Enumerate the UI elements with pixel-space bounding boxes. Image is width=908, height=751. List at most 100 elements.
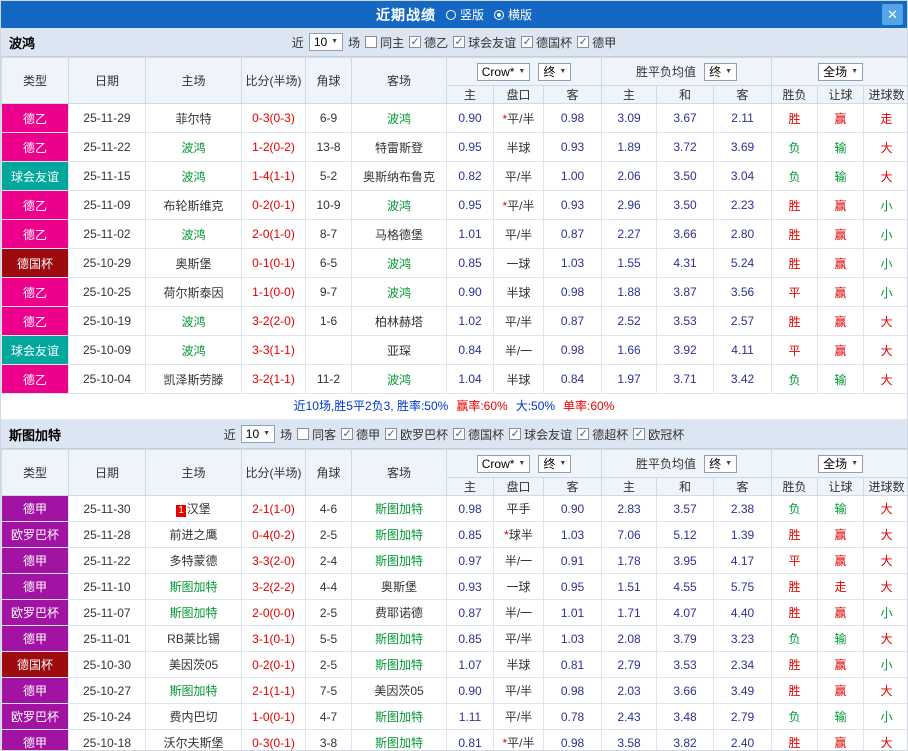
away-team[interactable]: 斯图加特 xyxy=(375,658,423,672)
filter-checkbox[interactable]: ✓ 球会友谊 xyxy=(509,426,572,443)
chevron-down-icon: ▼ xyxy=(559,67,567,75)
avg-final-select[interactable]: 终 ▼ xyxy=(704,62,738,81)
away-team[interactable]: 波鸿 xyxy=(387,373,411,387)
away-team[interactable]: 费耶诺德 xyxy=(375,606,423,620)
away-team[interactable]: 特雷斯登 xyxy=(375,141,423,155)
recent-count-select[interactable]: 10 ▼ xyxy=(240,425,276,443)
result-handicap: 赢 xyxy=(817,599,865,626)
filter-checkbox[interactable]: ✓ 德甲 xyxy=(577,34,616,51)
away-team[interactable]: 斯图加特 xyxy=(375,502,423,516)
avg-draw: 4.55 xyxy=(656,573,715,600)
filter-checkbox[interactable]: 同客 xyxy=(297,426,336,443)
sub-column-header: 主 xyxy=(601,85,658,104)
result-handicap: 赢 xyxy=(817,219,865,249)
table-row: 德乙 25-11-22 波鸿 1-2(0-2) 13-8 特雷斯登 0.95 半球 0.93 1.… xyxy=(1,132,907,162)
away-team[interactable]: 斯图加特 xyxy=(375,632,423,646)
odds-home: 1.11 xyxy=(446,703,494,730)
home-team[interactable]: 波鸿 xyxy=(181,315,205,329)
away-team[interactable]: 波鸿 xyxy=(387,257,411,271)
home-team[interactable]: 波鸿 xyxy=(181,170,205,184)
home-team[interactable]: 波鸿 xyxy=(181,141,205,155)
filter-checkbox[interactable]: ✓ 德超杯 xyxy=(577,426,628,443)
away-team[interactable]: 奥斯堡 xyxy=(381,580,417,594)
home-team[interactable]: 布轮斯维克 xyxy=(163,199,223,213)
home-team[interactable]: 沃尔夫斯堡 xyxy=(163,736,223,750)
score: 0-2(0-1) xyxy=(241,190,306,220)
checkbox-icon: ✓ xyxy=(409,36,422,48)
chevron-down-icon: ▼ xyxy=(851,459,859,467)
result-outcome: 胜 xyxy=(771,677,819,704)
home-team[interactable]: RB莱比锡 xyxy=(167,632,220,646)
final-odds-select[interactable]: 终 ▼ xyxy=(538,454,572,473)
away-team-cell: 柏林赫塔 xyxy=(351,306,447,336)
filter-checkbox[interactable]: ✓ 德乙 xyxy=(409,34,448,51)
odds-company-select[interactable]: Crow* ▼ xyxy=(476,454,531,473)
score: 3-2(1-1) xyxy=(241,364,306,394)
filter-checkbox[interactable]: ✓ 欧冠杯 xyxy=(633,426,684,443)
odds-handicap: 半球 xyxy=(493,651,544,678)
avg-draw: 3.57 xyxy=(656,495,715,522)
away-team[interactable]: 斯图加特 xyxy=(375,528,423,542)
column-header: 主场 xyxy=(145,449,242,496)
recent-results-panel: 近期战绩 竖版 横版 ✕ 波鸿近 10 ▼ 场同主 ✓ 德乙 ✓ 球会友谊 ✓ 德国杯 ✓ 德甲 类型日… xyxy=(0,0,908,751)
away-team[interactable]: 斯图加特 xyxy=(375,710,423,724)
full-match-select[interactable]: 全场 ▼ xyxy=(818,454,864,473)
home-team[interactable]: 斯图加特 xyxy=(169,580,217,594)
home-team[interactable]: 前进之鹰 xyxy=(169,528,217,542)
away-team[interactable]: 奥斯纳布鲁克 xyxy=(363,170,435,184)
filter-checkbox-label: 同客 xyxy=(312,427,337,442)
full-match-select[interactable]: 全场 ▼ xyxy=(818,62,864,81)
radio-horizontal[interactable]: 横版 xyxy=(494,6,532,23)
corner-score: 10-9 xyxy=(305,190,352,220)
home-team[interactable]: 多特蒙德 xyxy=(169,554,217,568)
away-team[interactable]: 波鸿 xyxy=(387,286,411,300)
odds-away: 0.98 xyxy=(542,103,603,133)
corner-score: 2-4 xyxy=(305,547,352,574)
away-team[interactable]: 斯图加特 xyxy=(375,554,423,568)
odds-away: 0.87 xyxy=(542,306,603,336)
home-team[interactable]: 波鸿 xyxy=(181,344,205,358)
away-team[interactable]: 柏林赫塔 xyxy=(375,315,423,329)
score: 2-0(0-0) xyxy=(241,599,306,626)
home-team[interactable]: 斯图加特 xyxy=(169,606,217,620)
away-team[interactable]: 美因茨05 xyxy=(374,684,423,698)
home-team[interactable]: 波鸿 xyxy=(181,228,205,242)
home-team[interactable]: 汉堡 xyxy=(187,502,211,516)
odds-company-select[interactable]: Crow* ▼ xyxy=(476,62,531,81)
home-team[interactable]: 凯泽斯劳滕 xyxy=(163,373,223,387)
filter-checkbox[interactable]: 同主 xyxy=(365,34,404,51)
table-row: 德甲 25-11-01 RB莱比锡 3-1(0-1) 5-5 斯图加特 0.85 平/半 1.0… xyxy=(1,625,907,652)
radio-vertical[interactable]: 竖版 xyxy=(445,6,484,23)
away-team[interactable]: 波鸿 xyxy=(387,112,411,126)
column-header: 主场 xyxy=(145,57,242,104)
away-team[interactable]: 波鸿 xyxy=(387,199,411,213)
avg-final-select[interactable]: 终 ▼ xyxy=(704,454,738,473)
away-team-cell: 斯图加特 xyxy=(351,703,447,730)
league-badge: 德乙 xyxy=(1,190,69,220)
home-team[interactable]: 美因茨05 xyxy=(169,658,218,672)
filter-checkbox[interactable]: ✓ 德国杯 xyxy=(453,426,504,443)
filter-checkbox[interactable]: ✓ 德国杯 xyxy=(521,34,572,51)
home-team[interactable]: 费内巴切 xyxy=(169,710,217,724)
home-team[interactable]: 斯图加特 xyxy=(169,684,217,698)
avg-home: 2.79 xyxy=(601,651,658,678)
avg-away: 3.23 xyxy=(713,625,773,652)
home-team[interactable]: 荷尔斯泰因 xyxy=(163,286,223,300)
odds-away: 0.98 xyxy=(542,335,603,365)
final-odds-select[interactable]: 终 ▼ xyxy=(538,62,572,81)
home-team[interactable]: 菲尔特 xyxy=(175,112,211,126)
filter-checkbox[interactable]: ✓ 德甲 xyxy=(341,426,380,443)
home-team[interactable]: 奥斯堡 xyxy=(175,257,211,271)
recent-count-select[interactable]: 10 ▼ xyxy=(308,33,344,51)
score: 2-0(1-0) xyxy=(241,219,306,249)
filter-checkbox[interactable]: ✓ 欧罗巴杯 xyxy=(385,426,448,443)
away-team[interactable]: 马格德堡 xyxy=(375,228,423,242)
filter-checkbox[interactable]: ✓ 球会友谊 xyxy=(453,34,516,51)
result-goals: 大 xyxy=(863,521,907,548)
away-team[interactable]: 斯图加特 xyxy=(375,736,423,750)
close-button[interactable]: ✕ xyxy=(882,4,903,25)
checkbox-icon xyxy=(365,36,378,48)
away-team[interactable]: 亚琛 xyxy=(387,344,411,358)
recent-count-select-value: 10 xyxy=(313,35,328,49)
avg-away: 4.11 xyxy=(713,335,773,365)
